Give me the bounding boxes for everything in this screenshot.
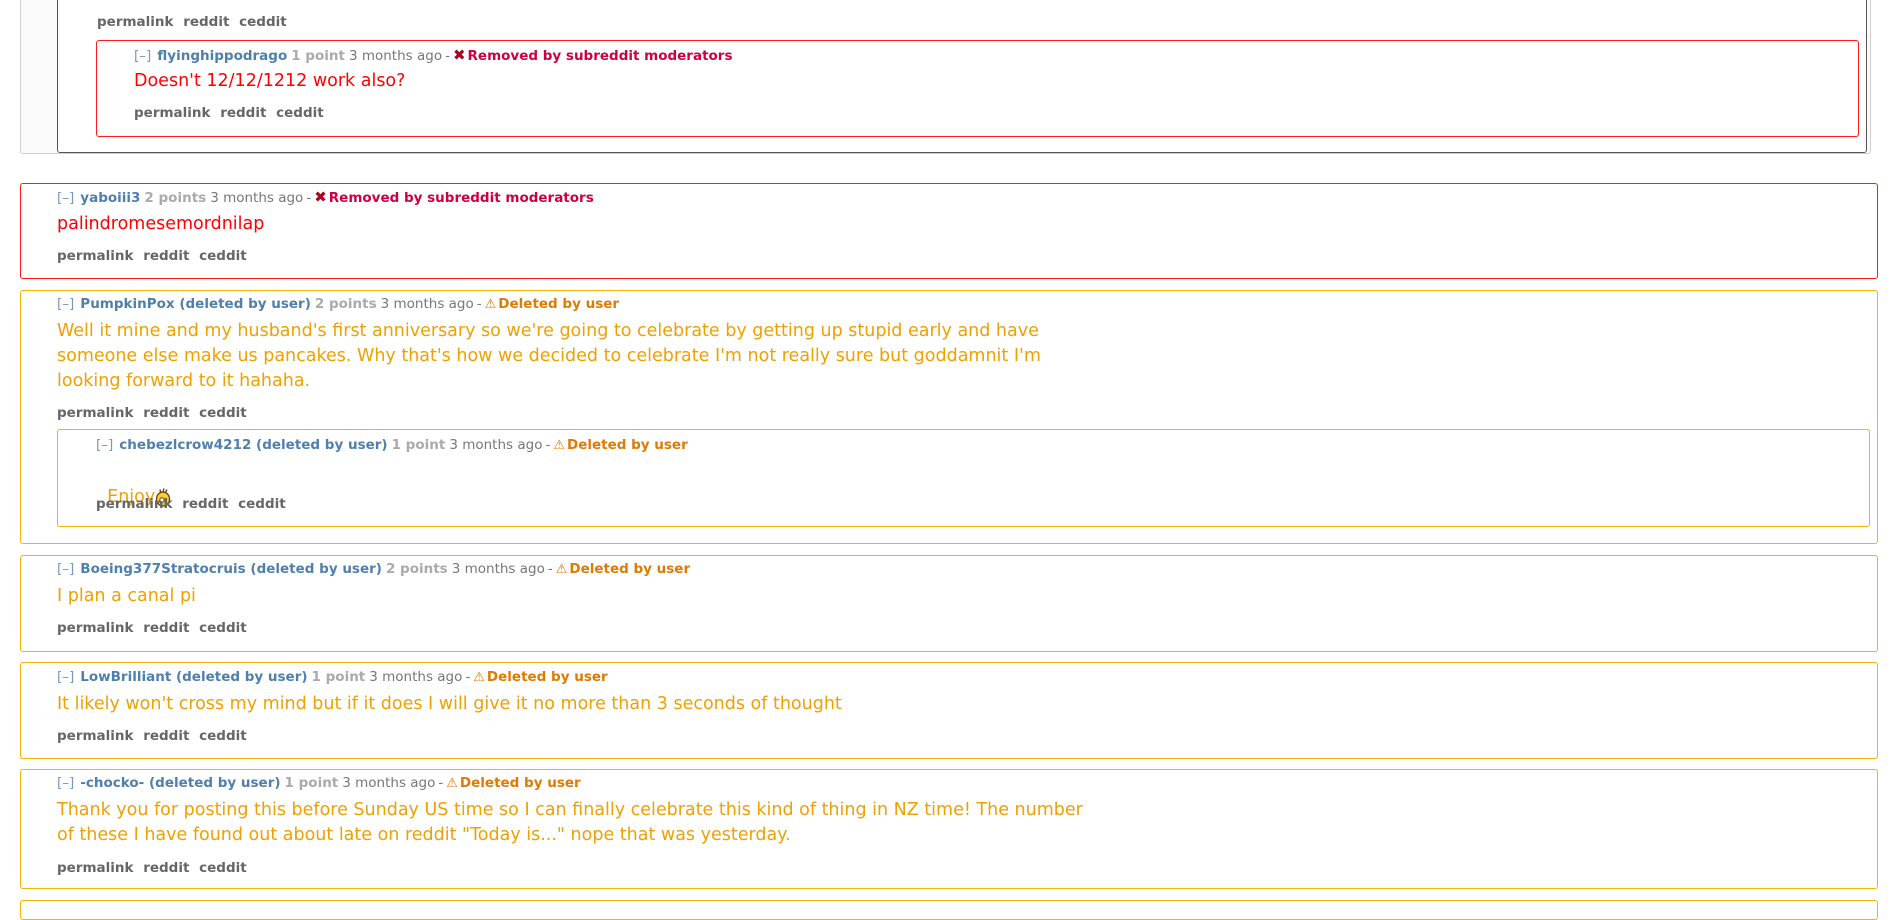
status-deleted-label: Deleted by user xyxy=(486,669,608,685)
comment-body: palindromesemordnilap xyxy=(57,214,265,234)
warning-icon: ⚠ xyxy=(473,670,485,685)
comment-time: 3 months ago xyxy=(348,48,443,64)
comment-points: 2 points xyxy=(314,296,377,312)
comment-links: permalink reddit ceddit xyxy=(97,14,292,30)
ceddit-link[interactable]: ceddit xyxy=(238,496,286,512)
ceddit-link[interactable]: ceddit xyxy=(199,728,247,744)
comment-points: 1 point xyxy=(311,669,366,685)
comment-author[interactable]: yaboiii3 xyxy=(80,190,140,206)
x-icon: ✖ xyxy=(452,46,466,64)
comment-body: I plan a canal pi xyxy=(57,586,196,606)
collapse-toggle[interactable]: [–] xyxy=(57,669,74,685)
comment-author[interactable]: chebezlcrow4212 (deleted by user) xyxy=(119,437,387,453)
comment-body: Thank you for posting this before Sunday… xyxy=(57,800,1083,845)
collapse-toggle[interactable]: [–] xyxy=(134,48,151,64)
comment-meta: [–] PumpkinPox (deleted by user) 2 points 3… xyxy=(57,296,620,312)
permalink-link[interactable]: permalink xyxy=(134,105,211,121)
comment-links: permalink reddit ceddit xyxy=(57,620,252,636)
permalink-link[interactable]: permalink xyxy=(97,14,174,30)
comment-meta: [–] chebezlcrow4212 (deleted by user) 1 po… xyxy=(96,437,688,453)
permalink-link[interactable]: permalink xyxy=(57,728,134,744)
status-removed-label: Removed by subreddit moderators xyxy=(328,190,594,206)
warning-icon: ⚠ xyxy=(484,297,497,312)
comment-time: 3 months ago xyxy=(451,561,545,577)
comment-points: 2 points xyxy=(144,190,207,206)
collapse-toggle[interactable]: [–] xyxy=(57,561,74,577)
comment-links: permalink reddit ceddit xyxy=(57,860,252,876)
reddit-link[interactable]: reddit xyxy=(143,248,189,264)
comment-body: It likely won't cross my mind but if it … xyxy=(57,694,842,714)
reddit-link[interactable]: reddit xyxy=(143,405,189,421)
comment-meta: [–] -chocko- (deleted by user) 1 point 3 mo… xyxy=(57,775,581,791)
ceddit-link[interactable]: ceddit xyxy=(239,14,287,30)
status-removed-label: Removed by subreddit moderators xyxy=(467,48,733,64)
comment-body: Doesn't 12/12/1212 work also? xyxy=(134,71,406,91)
comment-points: 1 point xyxy=(391,437,446,453)
collapse-toggle[interactable]: [–] xyxy=(57,296,74,312)
comment-meta: [–] flyinghippodrago 1 point 3 months ago - ✖… xyxy=(134,46,733,64)
comment-links: permalink reddit ceddit xyxy=(57,248,252,264)
comment-meta: [–] Boeing377Stratocruis (deleted by user… xyxy=(57,561,691,577)
comment-meta: [–] LowBrilliant (deleted by user) 1 point… xyxy=(57,669,608,685)
comment-time: 3 months ago xyxy=(369,669,463,685)
permalink-link[interactable]: permalink xyxy=(57,248,134,264)
ceddit-link[interactable]: ceddit xyxy=(199,405,247,421)
reddit-link[interactable]: reddit xyxy=(143,728,189,744)
comment-deleted-next xyxy=(20,900,1878,920)
reddit-link[interactable]: reddit xyxy=(143,860,189,876)
status-deleted-label: Deleted by user xyxy=(566,437,688,453)
ceddit-link[interactable]: ceddit xyxy=(199,248,247,264)
comment-author[interactable]: -chocko- (deleted by user) xyxy=(80,775,280,791)
permalink-link[interactable]: permalink xyxy=(57,860,134,876)
permalink-link[interactable]: permalink xyxy=(57,405,134,421)
reddit-link[interactable]: reddit xyxy=(183,14,229,30)
permalink-link[interactable]: permalink xyxy=(96,496,173,512)
comment-time: 3 months ago xyxy=(449,437,543,453)
warning-icon: ⚠ xyxy=(553,438,565,453)
comment-time: 3 months ago xyxy=(210,190,304,206)
comment-meta: [–] yaboiii3 2 points 3 months ago - ✖ Removed… xyxy=(57,188,594,206)
comment-body: Well it mine and my husband's first anni… xyxy=(57,321,1041,391)
reddit-link[interactable]: reddit xyxy=(182,496,228,512)
comment-time: 3 months ago xyxy=(380,296,474,312)
comment-points: 1 point xyxy=(284,775,339,791)
status-deleted-label: Deleted by user xyxy=(498,296,620,312)
warning-icon: ⚠ xyxy=(555,562,568,577)
permalink-link[interactable]: permalink xyxy=(57,620,134,636)
ceddit-link[interactable]: ceddit xyxy=(199,620,247,636)
status-deleted-label: Deleted by user xyxy=(569,561,691,577)
comment-author[interactable]: flyinghippodrago xyxy=(157,48,287,64)
status-deleted-label: Deleted by user xyxy=(459,775,581,791)
ceddit-link[interactable]: ceddit xyxy=(276,105,324,121)
x-icon: ✖ xyxy=(314,188,327,206)
warning-icon: ⚠ xyxy=(446,776,458,791)
comment-time: 3 months ago xyxy=(342,775,436,791)
comment-links: permalink reddit ceddit xyxy=(96,496,291,512)
ceddit-link[interactable]: ceddit xyxy=(199,860,247,876)
reddit-link[interactable]: reddit xyxy=(220,105,266,121)
comment-links: permalink reddit ceddit xyxy=(134,105,329,121)
comment-links: permalink reddit ceddit xyxy=(57,405,252,421)
comment-author[interactable]: Boeing377Stratocruis (deleted by user) xyxy=(80,561,382,577)
reddit-link[interactable]: reddit xyxy=(143,620,189,636)
collapse-toggle[interactable]: [–] xyxy=(96,437,113,453)
comment-author[interactable]: LowBrilliant (deleted by user) xyxy=(80,669,307,685)
comment-points: 1 point xyxy=(291,48,345,64)
comment-links: permalink reddit ceddit xyxy=(57,728,252,744)
comment-author[interactable]: PumpkinPox (deleted by user) xyxy=(80,296,311,312)
collapse-toggle[interactable]: [–] xyxy=(57,190,74,206)
comment-points: 2 points xyxy=(385,561,448,577)
collapse-toggle[interactable]: [–] xyxy=(57,775,74,791)
